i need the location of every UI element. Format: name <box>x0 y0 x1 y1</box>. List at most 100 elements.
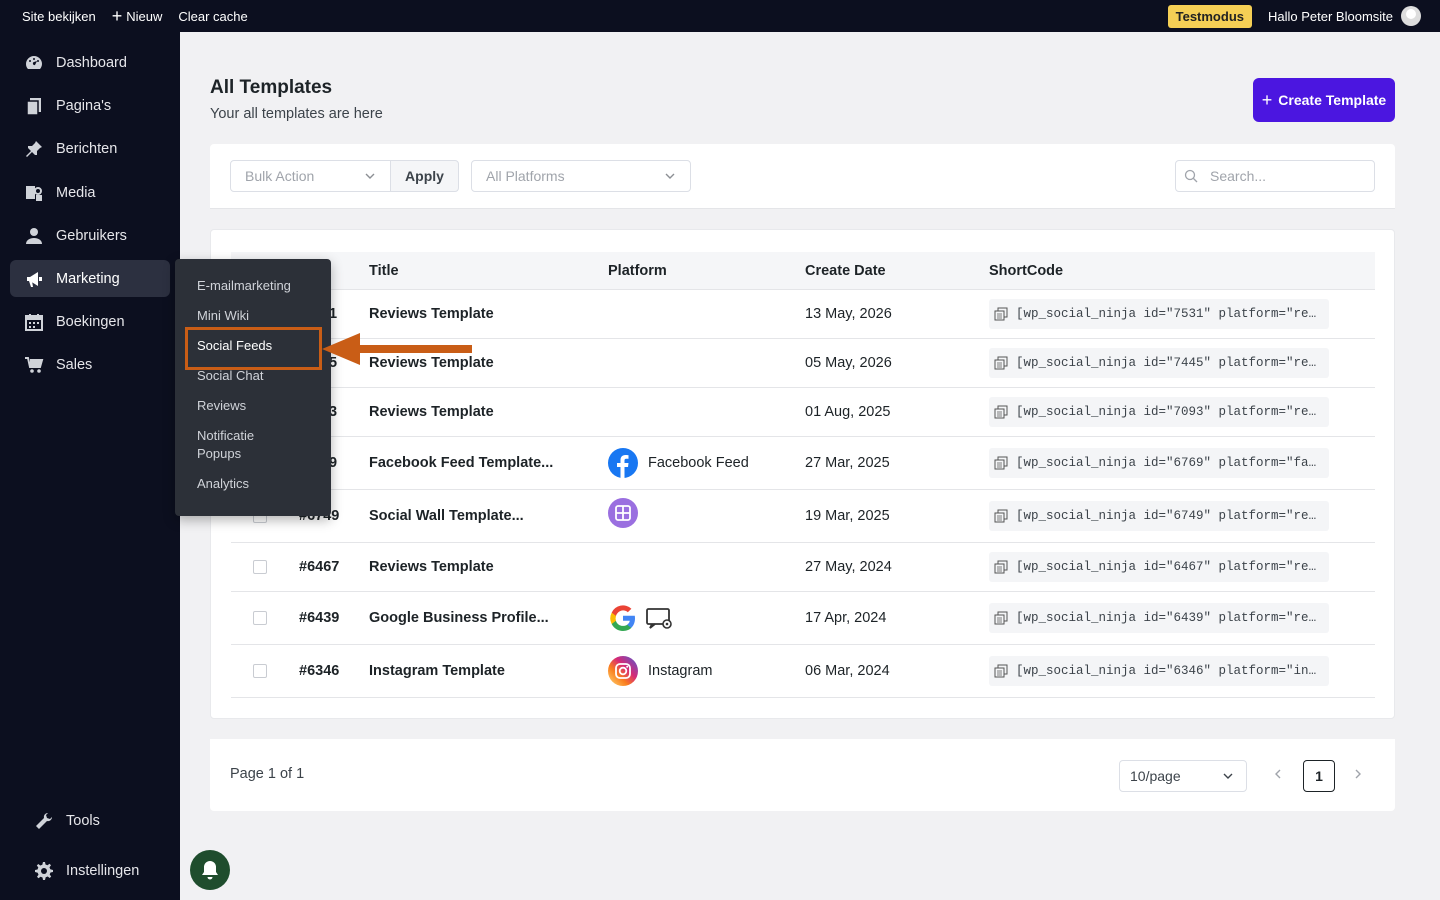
per-page-value: 10/page <box>1130 768 1181 784</box>
sidebar-item-label: Media <box>56 184 96 201</box>
shortcode-copy[interactable]: [wp_social_ninja id="7093" platform="rev… <box>989 397 1329 427</box>
copy-icon <box>994 405 1008 419</box>
sidebar-item-label: Marketing <box>56 270 120 287</box>
bulk-action-select[interactable]: Bulk Action <box>230 160 391 192</box>
copy-icon <box>994 664 1008 678</box>
sidebar-item-media[interactable]: Media <box>10 174 170 211</box>
clear-cache-button[interactable]: Clear cache <box>170 0 255 32</box>
sidebar: Dashboard Pagina's Berichten Media Gebru… <box>0 32 180 900</box>
row-checkbox[interactable] <box>253 611 267 625</box>
flyout-item-notification-popups[interactable]: Notificatie Popups <box>175 427 295 463</box>
cart-icon <box>23 354 45 376</box>
row-platform: Facebook Feed <box>608 437 749 489</box>
table-row[interactable]: #6749 Social Wall Template... 19 Mar, 20… <box>231 490 1375 543</box>
chevron-down-icon <box>1223 773 1233 779</box>
gear-icon <box>33 860 55 882</box>
page-title: All Templates <box>210 77 333 98</box>
social-wall-icon <box>608 498 638 528</box>
sidebar-item-bookings[interactable]: Boekingen <box>10 303 170 340</box>
row-title[interactable]: Reviews Template <box>369 290 494 338</box>
copy-icon <box>994 611 1008 625</box>
sidebar-item-users[interactable]: Gebruikers <box>10 217 170 254</box>
notification-bell-button[interactable] <box>190 850 230 890</box>
sidebar-item-label: Sales <box>56 356 93 373</box>
prev-page-icon[interactable] <box>1271 767 1285 781</box>
column-platform: Platform <box>608 263 667 279</box>
row-checkbox[interactable] <box>253 664 267 678</box>
table-row[interactable]: 3 Reviews Template 01 Aug, 2025 [wp_soci… <box>231 388 1375 437</box>
column-title: Title <box>369 263 399 279</box>
user-greeting[interactable]: Hallo Peter Bloomsite <box>1268 9 1393 24</box>
shortcode-copy[interactable]: [wp_social_ninja id="6346" platform="ins… <box>989 656 1329 686</box>
platform-select[interactable]: All Platforms <box>471 160 691 192</box>
search-input[interactable] <box>1210 168 1360 184</box>
sidebar-item-label: Dashboard <box>56 54 127 71</box>
page-number-button[interactable]: 1 <box>1303 760 1335 792</box>
page-info: Page 1 of 1 <box>230 766 305 782</box>
row-title[interactable]: Instagram Template <box>369 645 505 697</box>
sidebar-item-dashboard[interactable]: Dashboard <box>10 44 170 81</box>
flyout-item-mini-wiki[interactable]: Mini Wiki <box>175 307 331 325</box>
bulk-action-value: Bulk Action <box>245 168 315 184</box>
shortcode-copy[interactable]: [wp_social_ninja id="6749" platform="rev… <box>989 501 1329 531</box>
clear-cache-label: Clear cache <box>178 8 248 24</box>
sidebar-item-label: Boekingen <box>56 313 125 330</box>
platform-label: Instagram <box>648 663 713 679</box>
next-page-icon[interactable] <box>1351 767 1365 781</box>
avatar[interactable] <box>1401 6 1421 26</box>
table-row[interactable]: #6467 Reviews Template 27 May, 2024 [wp_… <box>231 543 1375 592</box>
shortcode-copy[interactable]: [wp_social_ninja id="6467" platform="rev… <box>989 552 1329 582</box>
sidebar-item-marketing[interactable]: Marketing <box>10 260 170 297</box>
shortcode-text: [wp_social_ninja id="6439" platform="rev… <box>1016 611 1322 625</box>
testmode-badge[interactable]: Testmodus <box>1167 4 1252 28</box>
flyout-item-analytics[interactable]: Analytics <box>175 475 331 493</box>
row-title[interactable]: Google Business Profile... <box>369 592 549 644</box>
column-create-date: Create Date <box>805 263 886 279</box>
row-checkbox[interactable] <box>253 560 267 574</box>
row-platform: Instagram <box>608 645 712 697</box>
chevron-down-icon <box>665 173 675 179</box>
row-title[interactable]: Reviews Template <box>369 543 494 591</box>
copy-icon <box>994 456 1008 470</box>
shortcode-copy[interactable]: [wp_social_ninja id="7531" platform="rev… <box>989 299 1329 329</box>
sidebar-item-tools[interactable]: Tools <box>10 802 170 839</box>
platform-label: Facebook Feed <box>648 455 749 471</box>
pin-icon <box>23 138 45 160</box>
sidebar-item-pages[interactable]: Pagina's <box>10 87 170 124</box>
apply-button[interactable]: Apply <box>390 160 459 192</box>
sidebar-item-posts[interactable]: Berichten <box>10 130 170 167</box>
row-title[interactable]: Reviews Template <box>369 388 494 436</box>
wrench-icon <box>33 810 55 832</box>
new-button[interactable]: + Nieuw <box>104 0 171 32</box>
media-icon <box>23 182 45 204</box>
sidebar-item-sales[interactable]: Sales <box>10 346 170 383</box>
table-row[interactable]: 1 Reviews Template 13 May, 2026 [wp_soci… <box>231 290 1375 339</box>
row-title[interactable]: Facebook Feed Template... <box>369 437 553 489</box>
row-title[interactable]: Social Wall Template... <box>369 490 524 542</box>
row-date: 17 Apr, 2024 <box>805 610 887 626</box>
row-id: #6346 <box>299 663 340 679</box>
calendar-icon <box>23 311 45 333</box>
table-row[interactable]: 9 Facebook Feed Template... Facebook Fee… <box>231 437 1375 490</box>
per-page-select[interactable]: 10/page <box>1119 760 1247 792</box>
row-platform <box>608 592 684 644</box>
table-row[interactable]: #6346 Instagram Template Instagram 06 Ma… <box>231 645 1375 698</box>
marketing-flyout-menu: E-mailmarketing Mini Wiki Social Feeds S… <box>175 259 331 516</box>
flyout-item-reviews[interactable]: Reviews <box>175 397 331 415</box>
dashboard-icon <box>23 52 45 74</box>
flyout-item-email-marketing[interactable]: E-mailmarketing <box>175 277 331 295</box>
row-id: #6467 <box>299 559 340 575</box>
site-link[interactable]: Site bekijken <box>0 0 104 32</box>
row-date: 27 Mar, 2025 <box>805 455 890 471</box>
shortcode-text: [wp_social_ninja id="7445" platform="rev… <box>1016 356 1322 370</box>
shortcode-copy[interactable]: [wp_social_ninja id="7445" platform="rev… <box>989 348 1329 378</box>
shortcode-copy[interactable]: [wp_social_ninja id="6769" platform="fac… <box>989 448 1329 478</box>
shortcode-copy[interactable]: [wp_social_ninja id="6439" platform="rev… <box>989 603 1329 633</box>
create-template-button[interactable]: + Create Template <box>1253 78 1395 122</box>
table-row[interactable]: #6439 Google Business Profile... 17 Apr,… <box>231 592 1375 645</box>
sidebar-item-settings[interactable]: Instellingen <box>10 852 170 889</box>
shortcode-text: [wp_social_ninja id="6749" platform="rev… <box>1016 509 1322 523</box>
create-template-label: Create Template <box>1278 92 1387 108</box>
pages-icon <box>23 95 45 117</box>
sidebar-item-label: Berichten <box>56 140 118 157</box>
